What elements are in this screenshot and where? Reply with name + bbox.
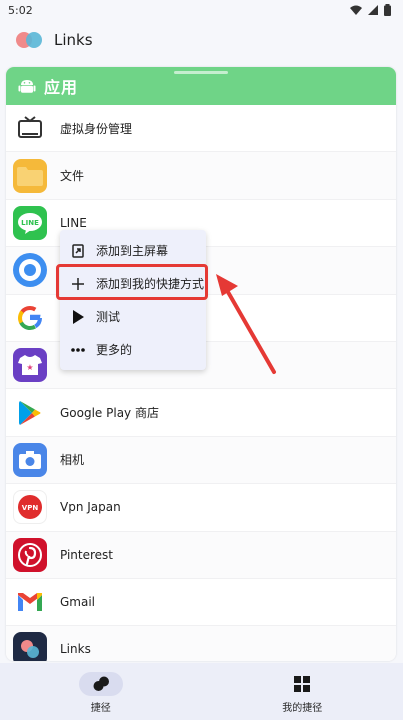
context-menu: 添加到主屏幕 添加到我的快捷方式 测试 更多的 [60, 230, 206, 370]
line-icon: LINE [13, 205, 47, 240]
blue-circle-app-icon [13, 253, 47, 288]
app-row-virtual-identity[interactable]: 虚拟身份管理 [6, 105, 396, 153]
red-arrow-icon [216, 274, 276, 374]
status-bar: 5:02 [0, 0, 403, 20]
links-icon [13, 632, 47, 661]
folder-icon [13, 158, 47, 193]
shortcut-dots-icon [93, 676, 109, 691]
google-icon [13, 301, 47, 335]
signal-icon [368, 5, 378, 15]
card-title: 应用 [44, 78, 79, 97]
add-to-home-icon [70, 243, 86, 258]
app-label: 文件 [60, 169, 85, 184]
plus-icon [70, 277, 86, 290]
app-label: Links [60, 642, 91, 657]
more-dots-icon [70, 347, 86, 352]
app-row-files[interactable]: 文件 [6, 152, 396, 200]
svg-text:★: ★ [26, 363, 33, 372]
app-row-play-store[interactable]: Google Play 商店 [6, 389, 396, 437]
status-icons [350, 4, 391, 16]
app-row-camera[interactable]: 相机 [6, 436, 396, 485]
nav-item-my-shortcuts[interactable]: 我的捷径 [232, 663, 372, 720]
drag-handle[interactable] [174, 71, 228, 74]
app-title: Links [54, 31, 93, 49]
camera-icon [13, 442, 47, 477]
tshirt-star-icon: ★ [13, 348, 47, 383]
menu-item-test[interactable]: 测试 [60, 300, 206, 333]
app-row-pinterest[interactable]: Pinterest [6, 531, 396, 579]
app-row-gmail[interactable]: Gmail [6, 579, 396, 627]
app-label: Pinterest [60, 547, 114, 562]
app-label: 相机 [60, 453, 85, 468]
menu-item-more[interactable]: 更多的 [60, 333, 206, 366]
menu-item-add-to-home[interactable]: 添加到主屏幕 [60, 234, 206, 267]
nav-item-shortcuts[interactable]: 捷径 [31, 663, 171, 720]
menu-item-label: 添加到主屏幕 [96, 244, 169, 258]
menu-item-add-to-shortcuts[interactable]: 添加到我的快捷方式 [60, 267, 206, 300]
nav-label: 我的捷径 [282, 703, 323, 714]
nav-label: 捷径 [90, 703, 111, 714]
svg-text:VPN: VPN [22, 504, 39, 512]
nav-pill [78, 672, 123, 696]
play-icon [70, 309, 86, 324]
app-row-links[interactable]: Links [6, 626, 396, 661]
app-list: 虚拟身份管理 文件 LINE LINE ★ Google Play 商店 相机 … [6, 105, 396, 661]
nav-pill [280, 672, 324, 696]
pinterest-icon [13, 537, 47, 572]
gmail-icon [13, 585, 47, 619]
wifi-icon [350, 5, 362, 15]
app-label: 虚拟身份管理 [60, 121, 133, 136]
bottom-nav: 捷径 我的捷径 [0, 663, 403, 720]
android-icon [18, 80, 36, 93]
card-header: 应用 [6, 67, 396, 105]
battery-icon [384, 4, 391, 16]
play-store-icon [13, 396, 47, 430]
grid-icon [294, 676, 311, 692]
app-label: Gmail [60, 595, 96, 610]
menu-item-label: 更多的 [96, 343, 133, 357]
app-bar: Links [0, 22, 403, 58]
app-label: Vpn Japan [60, 500, 121, 515]
status-time: 5:02 [8, 3, 33, 17]
vpn-icon: VPN [13, 490, 47, 525]
menu-item-label: 添加到我的快捷方式 [96, 277, 205, 291]
tv-icon [13, 111, 47, 145]
app-label: Google Play 商店 [60, 406, 159, 421]
app-row-vpn-japan[interactable]: VPN Vpn Japan [6, 484, 396, 532]
links-logo-icon [16, 31, 46, 49]
app-label: LINE [60, 215, 87, 230]
svg-text:LINE: LINE [21, 219, 39, 227]
menu-item-label: 测试 [96, 310, 121, 324]
